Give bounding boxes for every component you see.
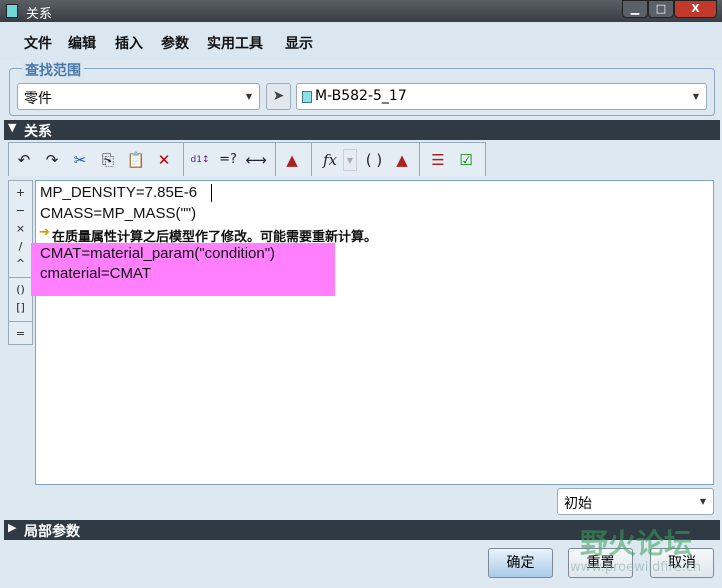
menu-utilities[interactable]: 实用工具 <box>207 33 263 53</box>
relations-editor[interactable]: MP_DENSITY=7.85E-6 CMASS=MP_MASS("") ➔ 在… <box>31 180 714 485</box>
minus-operator[interactable]: − <box>9 204 32 217</box>
mass-properties-icon[interactable]: ▲ <box>281 149 303 171</box>
evaluate-icon[interactable]: =? <box>217 149 239 171</box>
menu-insert[interactable]: 插入 <box>115 33 143 53</box>
menu-edit[interactable]: 编辑 <box>68 33 96 53</box>
sort-relations-icon[interactable]: ☰ <box>427 149 449 171</box>
switch-dimensions-icon[interactable]: d1↕ <box>189 149 211 171</box>
relation-line: cmaterial=CMAT <box>40 265 151 282</box>
warning-message: 在质量属性计算之后模型作了修改。可能需要重新计算。 <box>52 230 378 245</box>
parentheses-operator[interactable]: () <box>9 283 32 296</box>
relation-line: CMASS=MP_MASS("") <box>40 205 197 222</box>
redo-icon[interactable]: ↷ <box>41 149 63 171</box>
relations-header-label: 关系 <box>24 124 52 140</box>
menu-display[interactable]: 显示 <box>285 33 313 53</box>
brackets-operator[interactable]: [] <box>9 301 32 314</box>
relation-line: MP_DENSITY=7.85E-6 <box>40 184 198 201</box>
lookin-model-value: M-B582-5_17 <box>315 88 407 104</box>
cut-icon[interactable]: ✂ <box>69 149 91 171</box>
text-cursor <box>211 184 212 202</box>
menu-parameters[interactable]: 参数 <box>161 33 189 53</box>
separator <box>275 143 276 176</box>
chevron-down-icon: ▼ <box>699 497 706 506</box>
copy-icon[interactable]: ⎘ <box>97 149 119 171</box>
divide-operator[interactable]: / <box>9 240 32 253</box>
power-operator[interactable]: ^ <box>9 257 32 270</box>
delete-icon[interactable]: ✕ <box>153 149 175 171</box>
window-title: 关系 <box>26 7 53 22</box>
lookin-type-select[interactable]: 零件 ▼ <box>17 83 260 110</box>
plus-operator[interactable]: + <box>9 186 32 199</box>
local-params-section-header[interactable]: ▶ 局部参数 <box>4 520 720 540</box>
paste-icon[interactable]: 📋 <box>125 149 147 171</box>
operator-panel: + − × / ^ () [] = <box>8 180 33 345</box>
minimize-button[interactable]: ▁ <box>622 0 648 18</box>
chevron-down-icon: ▼ <box>692 92 699 101</box>
relations-toolbar: ↶ ↷ ✂ ⎘ 📋 ✕ d1↕ =? ⟷ ▲ fx ▼ ( ) ▲ ☰ ☑ <box>8 142 486 176</box>
sort-order-select[interactable]: 初始 ▼ <box>557 488 714 515</box>
menu-bar: 文件 编辑 插入 参数 实用工具 显示 <box>0 22 722 60</box>
cancel-button[interactable]: 取消 <box>650 548 714 578</box>
brackets-icon[interactable]: ( ) <box>363 149 385 171</box>
select-pointer-button[interactable]: ➤ <box>266 83 291 110</box>
separator <box>183 143 184 176</box>
reset-button[interactable]: 重置 <box>568 548 633 578</box>
title-bar: 关系 ▁ □ X <box>0 0 722 22</box>
mass-calc-icon[interactable]: ▲ <box>391 149 413 171</box>
menu-file[interactable]: 文件 <box>24 33 52 53</box>
separator <box>311 143 312 176</box>
function-dropdown[interactable]: ▼ <box>343 149 357 171</box>
verify-icon[interactable]: ☑ <box>455 149 477 171</box>
lookin-model-select[interactable]: M-B582-5_17 ▼ <box>296 83 707 110</box>
close-button[interactable]: X <box>674 0 717 18</box>
function-icon[interactable]: fx <box>319 149 341 171</box>
cursor-arrow-icon: ➤ <box>272 88 285 104</box>
local-params-header-label: 局部参数 <box>24 524 80 540</box>
warning-arrow-icon: ➔ <box>39 225 50 240</box>
chevron-down-icon: ▼ <box>245 92 252 101</box>
relation-line: CMAT=material_param("condition") <box>40 245 276 262</box>
sort-order-value: 初始 <box>564 496 592 512</box>
multiply-operator[interactable]: × <box>9 222 32 235</box>
expand-down-icon: ▼ <box>8 121 17 134</box>
lookin-type-value: 零件 <box>24 91 52 107</box>
dimension-icon[interactable]: ⟷ <box>245 149 267 171</box>
part-icon <box>302 91 312 103</box>
equals-operator[interactable]: = <box>9 327 32 340</box>
maximize-button[interactable]: □ <box>648 0 674 18</box>
expand-right-icon: ▶ <box>8 521 17 534</box>
relations-section-header[interactable]: ▼ 关系 <box>4 120 720 140</box>
app-icon <box>6 4 18 18</box>
separator <box>419 143 420 176</box>
ok-button[interactable]: 确定 <box>488 548 553 578</box>
lookin-label: 查找范围 <box>22 60 84 80</box>
undo-icon[interactable]: ↶ <box>13 149 35 171</box>
